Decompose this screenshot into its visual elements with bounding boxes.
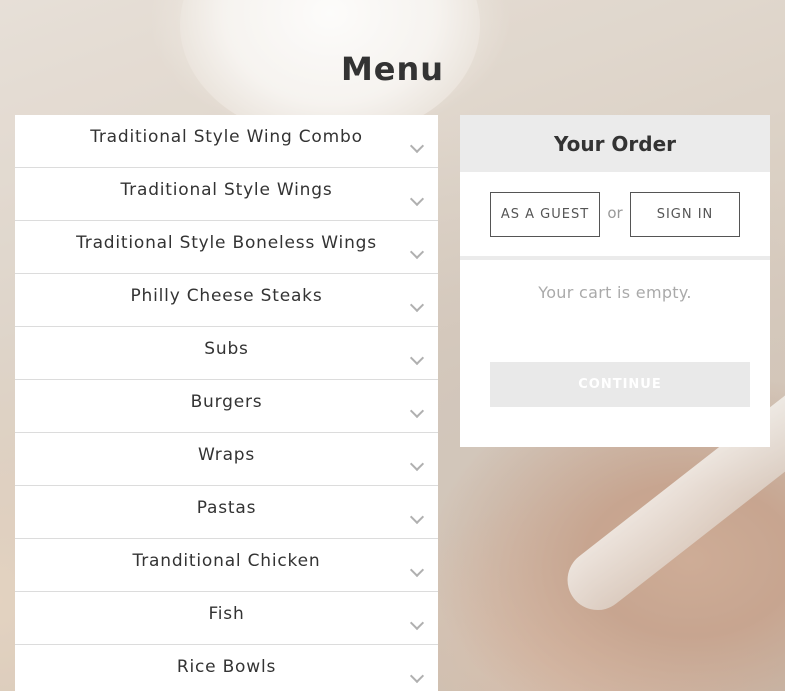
menu-category-fish[interactable]: Fish xyxy=(15,592,438,645)
menu-category-label: Wraps xyxy=(197,445,256,465)
chevron-down-icon xyxy=(409,350,425,366)
menu-category-label: Fish xyxy=(208,604,245,624)
menu-category-label: Subs xyxy=(204,339,249,359)
menu-category-wing-combo[interactable]: Traditional Style Wing Combo xyxy=(15,115,438,168)
guest-checkout-button[interactable]: AS A GUEST xyxy=(490,192,600,237)
menu-category-label: Burgers xyxy=(190,392,263,412)
menu-category-label: Tranditional Chicken xyxy=(132,551,321,571)
menu-category-label: Rice Bowls xyxy=(176,657,277,677)
chevron-down-icon xyxy=(409,191,425,207)
chevron-down-icon xyxy=(409,138,425,154)
menu-category-subs[interactable]: Subs xyxy=(15,327,438,380)
order-header: Your Order xyxy=(460,115,770,172)
menu-category-label: Pastas xyxy=(196,498,257,518)
menu-category-pastas[interactable]: Pastas xyxy=(15,486,438,539)
menu-category-label: Traditional Style Wings xyxy=(120,180,333,200)
chevron-down-icon xyxy=(409,403,425,419)
chevron-down-icon xyxy=(409,456,425,472)
order-panel: Your Order AS A GUEST or SIGN IN Your ca… xyxy=(460,115,770,447)
chevron-down-icon xyxy=(409,668,425,684)
menu-category-burgers[interactable]: Burgers xyxy=(15,380,438,433)
menu-category-boneless-wings[interactable]: Traditional Style Boneless Wings xyxy=(15,221,438,274)
or-separator: or xyxy=(607,204,623,222)
checkout-auth-row: AS A GUEST or SIGN IN xyxy=(460,172,770,260)
menu-category-label: Traditional Style Boneless Wings xyxy=(76,233,377,253)
menu-category-label: Traditional Style Wing Combo xyxy=(90,127,363,147)
menu-category-list: Traditional Style Wing Combo Traditional… xyxy=(15,115,438,691)
cart-empty-message: Your cart is empty. xyxy=(538,283,692,302)
menu-category-philly-cheese-steaks[interactable]: Philly Cheese Steaks xyxy=(15,274,438,327)
chevron-down-icon xyxy=(409,509,425,525)
chevron-down-icon xyxy=(409,297,425,313)
menu-category-wraps[interactable]: Wraps xyxy=(15,433,438,486)
menu-category-wings[interactable]: Traditional Style Wings xyxy=(15,168,438,221)
sign-in-button[interactable]: SIGN IN xyxy=(630,192,740,237)
menu-category-rice-bowls[interactable]: Rice Bowls xyxy=(15,645,438,691)
chevron-down-icon xyxy=(409,615,425,631)
menu-category-label: Philly Cheese Steaks xyxy=(130,286,323,306)
chevron-down-icon xyxy=(409,244,425,260)
chevron-down-icon xyxy=(409,562,425,578)
page-title: Menu xyxy=(340,50,445,88)
menu-category-chicken[interactable]: Tranditional Chicken xyxy=(15,539,438,592)
order-title: Your Order xyxy=(553,131,677,156)
continue-button[interactable]: CONTINUE xyxy=(490,362,750,407)
